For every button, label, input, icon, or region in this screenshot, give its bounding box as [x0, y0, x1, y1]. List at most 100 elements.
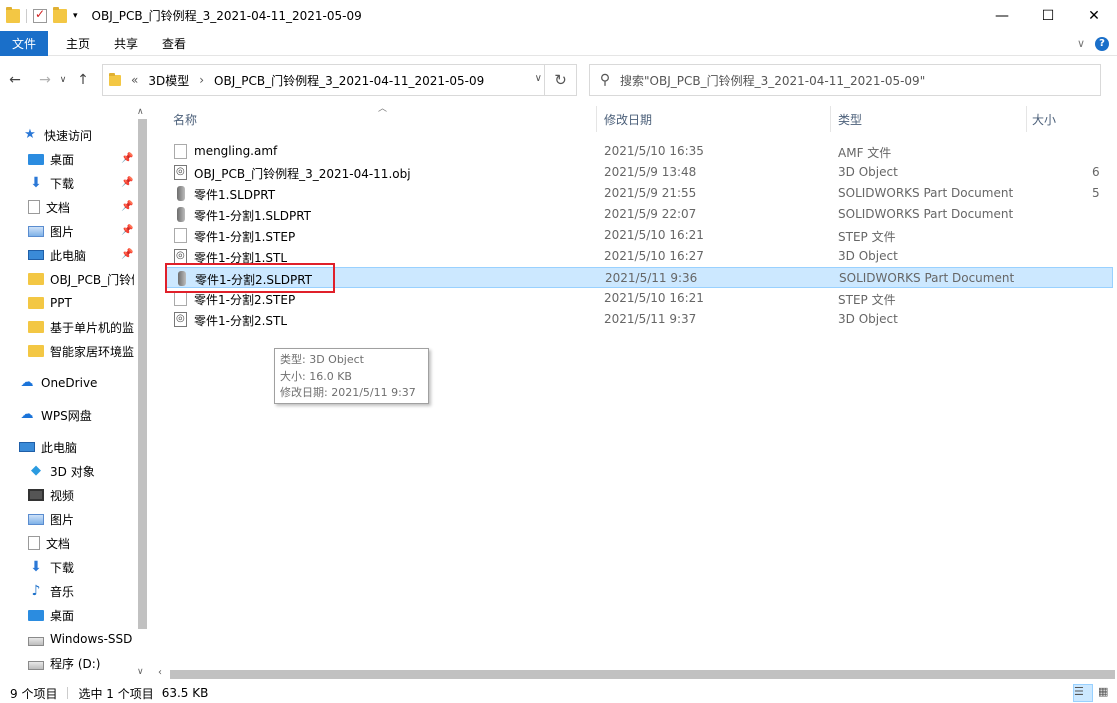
file-date: 2021/5/10 16:35: [604, 144, 704, 158]
scrollbar-thumb[interactable]: [138, 119, 147, 629]
large-icons-view-icon[interactable]: ▦: [1097, 684, 1117, 702]
sidebar-item-windows-ssd[interactable]: Windows-SSD: [28, 628, 132, 650]
sidebar-item-obj-pcb[interactable]: OBJ_PCB_门铃例: [28, 268, 134, 290]
sidebar-item-ppt[interactable]: PPT: [28, 292, 72, 314]
sidebar-item-desktop-pc[interactable]: 桌面: [28, 604, 74, 626]
search-input[interactable]: ⚲ 搜索"OBJ_PCB_门铃例程_3_2021-04-11_2021-05-0…: [589, 64, 1101, 96]
download-icon: ⬇: [30, 175, 42, 191]
sidebar-item-videos[interactable]: 视频: [28, 484, 74, 506]
chevron-right-icon[interactable]: ›: [199, 73, 204, 87]
file-type: STEP 文件: [838, 293, 896, 307]
scroll-up-icon[interactable]: ∧: [137, 107, 144, 117]
file-date: 2021/5/11 9:37: [604, 312, 697, 326]
column-header-name[interactable]: 名称: [173, 104, 197, 134]
sidebar-item-label: 程序 (D:): [50, 656, 101, 671]
sidebar-item-desktop[interactable]: 桌面: [28, 148, 74, 170]
column-header-date[interactable]: 修改日期: [604, 104, 652, 134]
file-type: 3D Object: [838, 312, 898, 326]
sidebar-item-music[interactable]: ♪ 音乐: [28, 580, 74, 602]
sidebar-item-pictures[interactable]: 图片: [28, 220, 74, 242]
minimize-button[interactable]: —: [979, 0, 1025, 31]
file-row[interactable]: 零件1-分割1.STEP 2021/5/10 16:21 STEP 文件: [166, 225, 1113, 246]
maximize-button[interactable]: ☐: [1025, 0, 1071, 31]
file-name: OBJ_PCB_门铃例程_3_2021-04-11.obj: [194, 167, 411, 181]
sidebar-item-label: 下载: [50, 560, 75, 575]
sidebar-item-mcu-monitor[interactable]: 基于单片机的监: [28, 316, 134, 338]
new-folder-icon[interactable]: [53, 6, 67, 23]
sidebar-item-documents[interactable]: 文档: [28, 196, 70, 218]
pin-icon[interactable]: 📌: [121, 153, 133, 164]
sidebar-item-label: 下载: [50, 176, 75, 191]
expand-ribbon-icon[interactable]: ∨: [1077, 37, 1085, 50]
folder-icon: [109, 72, 121, 86]
sidebar-item-pictures-pc[interactable]: 图片: [28, 508, 74, 530]
file-row[interactable]: 零件1-分割2.STL 2021/5/11 9:37 3D Object: [166, 309, 1113, 330]
sidebar-item-wps-drive[interactable]: ☁ WPS网盘: [19, 404, 92, 426]
pin-icon[interactable]: 📌: [121, 225, 133, 236]
tab-file[interactable]: 文件: [0, 30, 48, 56]
recent-locations-button[interactable]: ∨: [56, 75, 70, 85]
file-name: 零件1.SLDPRT: [194, 188, 276, 202]
address-dropdown-icon[interactable]: ∨: [535, 73, 542, 84]
file-row[interactable]: 零件1-分割1.SLDPRT 2021/5/9 22:07 SOLIDWORKS…: [166, 204, 1113, 225]
sidebar-item-documents-pc[interactable]: 文档: [28, 532, 70, 554]
forward-button[interactable]: →: [34, 72, 56, 88]
back-button[interactable]: ←: [4, 72, 26, 88]
sidebar-item-onedrive[interactable]: ☁ OneDrive: [19, 372, 98, 394]
navigation-pane: ★ 快速访问 桌面 📌 ⬇ 下载 📌 文档 📌 图片 📌 此电脑 📌 OBJ_P…: [0, 107, 151, 683]
sidebar-item-label: 桌面: [50, 152, 75, 167]
pin-icon[interactable]: 📌: [121, 177, 133, 188]
scroll-down-icon[interactable]: ∨: [137, 667, 144, 677]
file-date: 2021/5/10 16:27: [604, 249, 704, 263]
address-bar[interactable]: « 3D模型 › OBJ_PCB_门铃例程_3_2021-04-11_2021-…: [102, 64, 577, 96]
scroll-left-icon[interactable]: ‹: [158, 667, 162, 678]
close-button[interactable]: ✕: [1071, 0, 1117, 31]
scrollbar-thumb[interactable]: [170, 670, 1115, 679]
sidebar-item-label: 音乐: [50, 584, 75, 599]
sidebar-scrollbar[interactable]: ∧ ∨: [134, 107, 151, 683]
customize-toolbar-icon[interactable]: ▾: [73, 11, 78, 21]
breadcrumb-3d-models[interactable]: 3D模型: [148, 72, 189, 89]
column-header-type[interactable]: 类型: [838, 104, 862, 134]
divider[interactable]: [1026, 106, 1027, 132]
sidebar-item-quick-access[interactable]: ★ 快速访问: [22, 124, 92, 146]
file-date: 2021/5/10 16:21: [604, 228, 704, 242]
sidebar-item-3d-objects[interactable]: ◆ 3D 对象: [28, 460, 95, 482]
folder-icon: [28, 273, 44, 285]
pin-icon[interactable]: 📌: [121, 201, 133, 212]
breadcrumb-overflow[interactable]: «: [131, 73, 138, 87]
desktop-icon: [28, 154, 44, 165]
details-view-icon[interactable]: ☰: [1073, 684, 1093, 702]
star-icon: ★: [24, 127, 36, 142]
drive-icon: [28, 636, 44, 646]
refresh-button[interactable]: ↻: [544, 65, 576, 95]
column-header-size[interactable]: 大小: [1032, 104, 1056, 134]
sidebar-item-label: OBJ_PCB_门铃例: [50, 272, 134, 287]
sidebar-item-smart-home[interactable]: 智能家居环境监: [28, 340, 134, 362]
divider[interactable]: [596, 106, 597, 132]
pin-icon[interactable]: 📌: [121, 249, 133, 260]
sidebar-item-this-pc-pinned[interactable]: 此电脑: [28, 244, 86, 266]
help-icon[interactable]: ?: [1095, 36, 1109, 51]
sidebar-item-label: 图片: [50, 512, 75, 527]
sidebar-item-downloads[interactable]: ⬇ 下载: [28, 172, 74, 194]
3d-object-file-icon: [174, 165, 187, 180]
up-button[interactable]: ↑: [72, 72, 94, 88]
sidebar-item-label: PPT: [50, 296, 72, 310]
tab-view[interactable]: 查看: [150, 31, 198, 56]
sidebar-item-downloads-pc[interactable]: ⬇ 下载: [28, 556, 74, 578]
file-row[interactable]: 零件1.SLDPRT 2021/5/9 21:55 SOLIDWORKS Par…: [166, 183, 1113, 204]
breadcrumb-current-folder[interactable]: OBJ_PCB_门铃例程_3_2021-04-11_2021-05-09: [214, 72, 484, 89]
picture-icon: [28, 225, 44, 237]
sidebar-item-this-pc[interactable]: 此电脑: [19, 436, 77, 458]
3d-objects-icon: ◆: [31, 463, 41, 478]
file-row[interactable]: OBJ_PCB_门铃例程_3_2021-04-11.obj 2021/5/9 1…: [166, 162, 1113, 183]
properties-icon[interactable]: [33, 7, 47, 23]
file-row[interactable]: mengling.amf 2021/5/10 16:35 AMF 文件: [166, 141, 1113, 162]
horizontal-scrollbar[interactable]: ‹: [152, 666, 1117, 683]
sidebar-item-drive-d[interactable]: 程序 (D:): [28, 652, 100, 674]
picture-icon: [28, 513, 44, 525]
tab-home[interactable]: 主页: [54, 31, 102, 56]
divider[interactable]: [830, 106, 831, 132]
tab-share[interactable]: 共享: [102, 31, 150, 56]
